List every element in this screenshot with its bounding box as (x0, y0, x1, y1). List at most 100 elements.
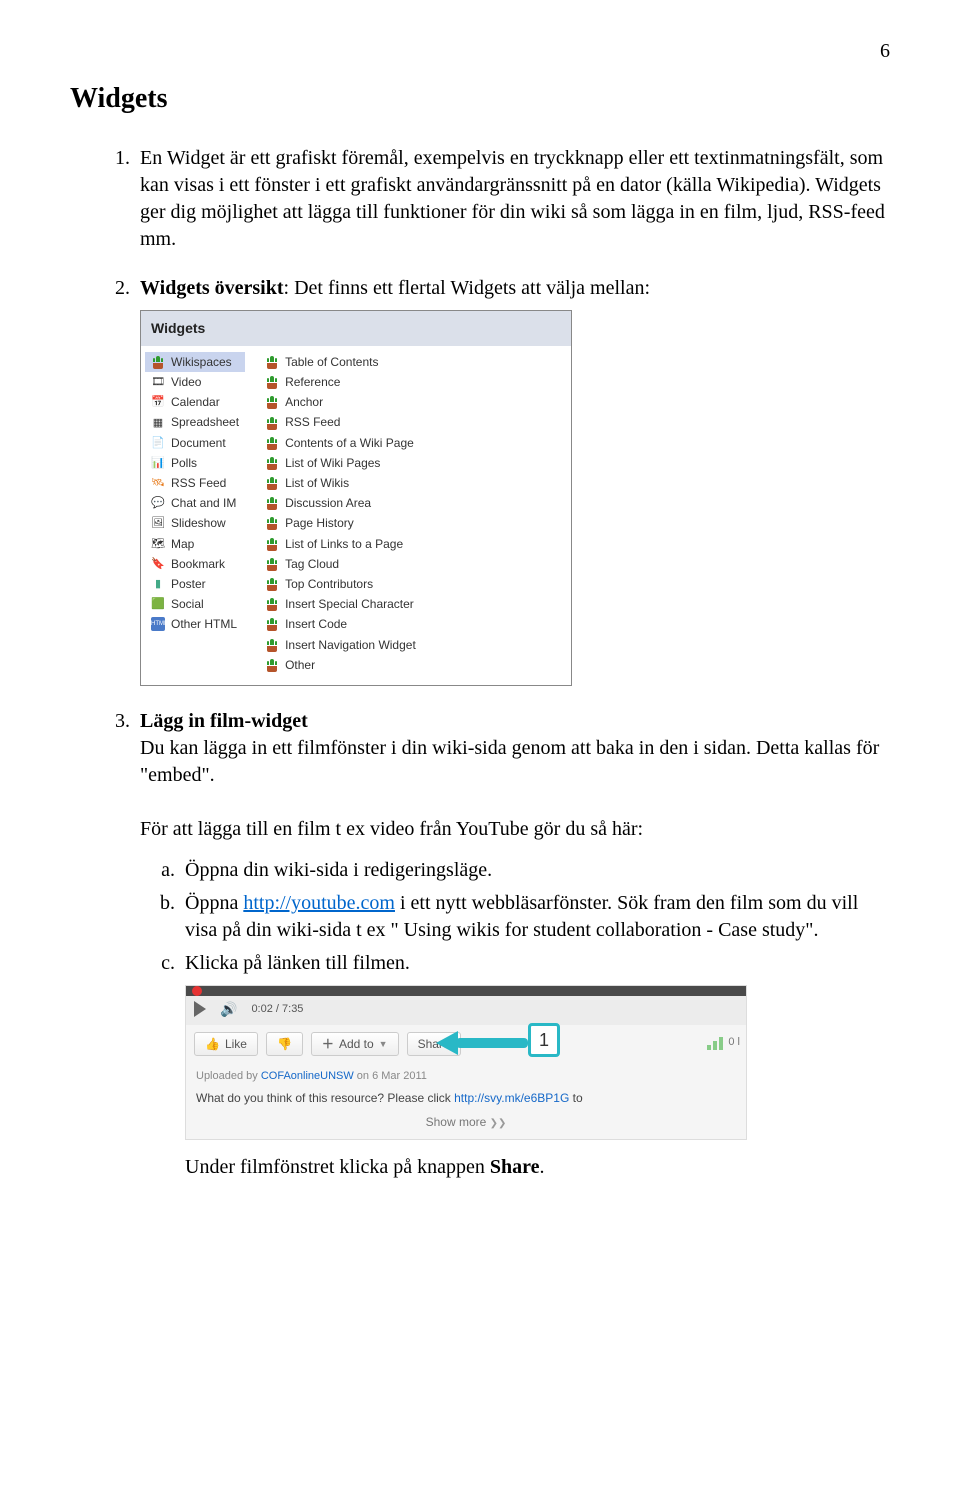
widget-item[interactable]: Reference (259, 372, 422, 392)
rss-icon: 🛰 (151, 476, 165, 490)
widget-item[interactable]: Insert Special Character (259, 594, 422, 614)
widget-cat-polls[interactable]: 📊Polls (145, 453, 245, 473)
widget-item[interactable]: Top Contributors (259, 574, 422, 594)
widget-cat-poster[interactable]: ▮Poster (145, 574, 245, 594)
pot-icon (265, 436, 279, 450)
dislike-button[interactable]: 👎 (266, 1032, 303, 1056)
pot-icon (265, 355, 279, 369)
double-chevron-down-icon: ❯❯ (490, 1118, 507, 1129)
sub-a: Öppna din wiki-sida i redigeringsläge. (180, 857, 890, 884)
like-button[interactable]: 👍Like (194, 1032, 258, 1056)
play-icon[interactable] (194, 1001, 206, 1017)
widget-item[interactable]: Anchor (259, 392, 422, 412)
calendar-icon: 📅 (151, 395, 165, 409)
video-icon: 🎞 (151, 375, 165, 389)
widgets-dialog: Widgets Wikispaces 🎞Video 📅Calendar ▦Spr… (140, 310, 572, 686)
pot-icon (265, 597, 279, 611)
pot-icon (265, 537, 279, 551)
widget-item[interactable]: RSS Feed (259, 412, 422, 432)
widgets-left-column: Wikispaces 🎞Video 📅Calendar ▦Spreadsheet… (145, 352, 245, 675)
callout-arrow-icon (436, 1027, 536, 1057)
widget-item[interactable]: Page History (259, 513, 422, 533)
add-to-button[interactable]: ＋Add to▼ (311, 1032, 399, 1056)
list-item-2: Widgets översikt: Det finns ett flertal … (135, 275, 890, 686)
slideshow-icon: 🖼 (151, 516, 165, 530)
para-1: En Widget är ett grafiskt föremål, exemp… (140, 147, 885, 250)
widget-item[interactable]: Contents of a Wiki Page (259, 433, 422, 453)
callout-step-1: 1 (528, 1023, 560, 1057)
pot-icon (265, 557, 279, 571)
widget-item[interactable]: Tag Cloud (259, 554, 422, 574)
bookmark-icon: 🔖 (151, 557, 165, 571)
widget-item[interactable]: Table of Contents (259, 352, 422, 372)
stats-bars-icon (707, 1036, 724, 1050)
i2-text: : Det finns ett flertal Widgets att välj… (284, 277, 651, 299)
i3-text-a: Du kan lägga in ett filmfönster i din wi… (140, 737, 879, 786)
yt-stats: 0 l (707, 1035, 740, 1050)
pot-icon (265, 456, 279, 470)
volume-icon[interactable]: 🔊 (220, 1000, 237, 1019)
widgets-dialog-title: Widgets (141, 311, 571, 346)
pot-icon (265, 658, 279, 672)
sub-b: Öppna http://youtube.com i ett nytt webb… (180, 890, 890, 944)
yt-time: 0:02 / 7:35 (251, 1002, 303, 1017)
page-title: Widgets (70, 83, 890, 115)
social-icon: 🟩 (151, 597, 165, 611)
yt-progress-dot (192, 986, 202, 996)
sub-c: Klicka på länken till filmen. 🔊 0:02 / 7… (180, 950, 890, 1181)
widget-item[interactable]: Other (259, 655, 422, 675)
widget-item[interactable]: List of Wikis (259, 473, 422, 493)
widget-cat-calendar[interactable]: 📅Calendar (145, 392, 245, 412)
widget-item[interactable]: Insert Navigation Widget (259, 635, 422, 655)
widgets-right-column: Table of Contents Reference Anchor RSS F… (259, 352, 422, 675)
list-item-3: Lägg in film-widget Du kan lägga in ett … (135, 708, 890, 1181)
pot-icon (265, 516, 279, 530)
widget-item[interactable]: Discussion Area (259, 493, 422, 513)
list-item-1: En Widget är ett grafiskt föremål, exemp… (135, 145, 890, 253)
widget-cat-chat[interactable]: 💬Chat and IM (145, 493, 245, 513)
youtube-link[interactable]: http://youtube.com (243, 892, 395, 914)
yt-desc-link[interactable]: http://svy.mk/e6BP1G (454, 1091, 569, 1105)
page-number: 6 (70, 40, 890, 63)
pot-icon (265, 638, 279, 652)
widget-cat-map[interactable]: 🗺Map (145, 534, 245, 554)
widget-cat-wikispaces[interactable]: Wikispaces (145, 352, 245, 372)
poster-icon: ▮ (151, 577, 165, 591)
widget-cat-bookmark[interactable]: 🔖Bookmark (145, 554, 245, 574)
yt-progress-bar[interactable] (186, 986, 746, 996)
i2-lead: Widgets översikt (140, 277, 284, 299)
pot-icon (265, 476, 279, 490)
pot-icon (265, 416, 279, 430)
widget-cat-spreadsheet[interactable]: ▦Spreadsheet (145, 412, 245, 432)
widget-cat-document[interactable]: 📄Document (145, 433, 245, 453)
yt-uploaded-line: Uploaded by COFAonlineUNSW on 6 Mar 2011 (186, 1063, 746, 1088)
thumb-up-icon: 👍 (205, 1036, 220, 1052)
pot-icon (265, 617, 279, 631)
document-icon: 📄 (151, 436, 165, 450)
i3-lead: Lägg in film-widget (140, 710, 308, 732)
spreadsheet-icon: ▦ (151, 416, 165, 430)
pot-icon (265, 496, 279, 510)
chat-icon: 💬 (151, 496, 165, 510)
widget-cat-social[interactable]: 🟩Social (145, 594, 245, 614)
widget-item[interactable]: List of Wiki Pages (259, 453, 422, 473)
pot-icon (265, 577, 279, 591)
plus-icon: ＋ (322, 1036, 334, 1052)
yt-description: What do you think of this resource? Plea… (186, 1088, 746, 1110)
yt-uploader[interactable]: COFAonlineUNSW (261, 1070, 354, 1082)
polls-icon: 📊 (151, 456, 165, 470)
widget-item[interactable]: Insert Code (259, 614, 422, 634)
youtube-figure: 🔊 0:02 / 7:35 👍Like 👎 ＋Add to▼ Share 1 (185, 985, 747, 1140)
map-icon: 🗺 (151, 537, 165, 551)
pot-icon (265, 375, 279, 389)
yt-show-more[interactable]: Show more ❯❯ (186, 1110, 746, 1139)
pot-icon (265, 395, 279, 409)
pot-icon (151, 355, 165, 369)
widget-cat-other-html[interactable]: HTMLOther HTML (145, 614, 245, 634)
widget-item[interactable]: List of Links to a Page (259, 534, 422, 554)
i3-text-b: För att lägga till en film t ex video fr… (140, 818, 643, 840)
widget-cat-slideshow[interactable]: 🖼Slideshow (145, 513, 245, 533)
widget-cat-video[interactable]: 🎞Video (145, 372, 245, 392)
caret-down-icon: ▼ (379, 1038, 388, 1050)
widget-cat-rss[interactable]: 🛰RSS Feed (145, 473, 245, 493)
